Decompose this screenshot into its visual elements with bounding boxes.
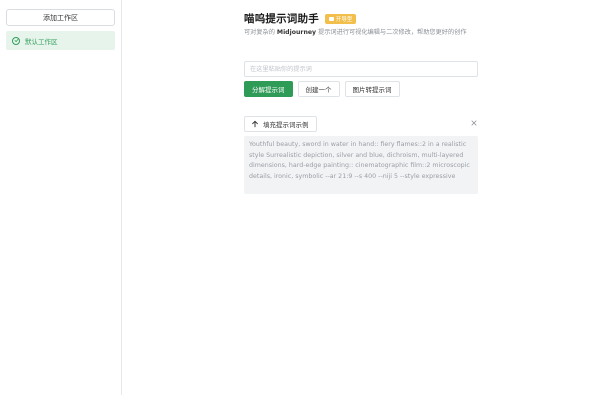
example-prompt-text: Youthful beauty, sword in water in hand:… xyxy=(244,136,478,194)
sidebar: 添加工作区 默认工作区 xyxy=(0,0,122,395)
description-suffix: 提示词进行可视化编辑与二次修改，帮助您更好的创作 xyxy=(316,29,467,36)
create-button[interactable]: 创建一个 xyxy=(297,81,340,97)
page-title: 喵呜提示词助手 xyxy=(244,13,319,25)
close-icon xyxy=(471,120,477,126)
app-root: 添加工作区 默认工作区 喵呜提示词助手 开导型 可对复杂的 Midjourney… xyxy=(0,0,600,395)
badge-label: 开导型 xyxy=(335,16,353,23)
description-prefix: 可对复杂的 xyxy=(244,29,277,36)
fill-example-button[interactable]: 填充提示词示例 xyxy=(244,116,317,132)
description-highlight: Midjourney xyxy=(276,29,317,36)
version-badge: 开导型 xyxy=(324,13,357,24)
fill-example-label: 填充提示词示例 xyxy=(263,121,309,129)
header: 喵呜提示词助手 开导型 xyxy=(244,11,357,26)
check-circle-icon xyxy=(12,36,20,45)
parse-prompt-button[interactable]: 分解提示词 xyxy=(244,81,293,97)
sidebar-item-default-workspace[interactable]: 默认工作区 xyxy=(6,31,115,50)
page-description: 可对复杂的 Midjourney 提示词进行可视化编辑与二次修改，帮助您更好的创… xyxy=(244,28,480,38)
action-buttons: 分解提示词 创建一个 图片转提示词 xyxy=(244,81,400,97)
arrow-up-icon xyxy=(252,120,258,128)
add-workspace-button[interactable]: 添加工作区 xyxy=(6,9,115,26)
prompt-input[interactable] xyxy=(244,61,478,77)
sidebar-item-label: 默认工作区 xyxy=(25,37,58,46)
close-example-button[interactable] xyxy=(469,118,479,128)
image-to-prompt-button[interactable]: 图片转提示词 xyxy=(344,81,400,97)
ticket-icon xyxy=(328,16,334,21)
